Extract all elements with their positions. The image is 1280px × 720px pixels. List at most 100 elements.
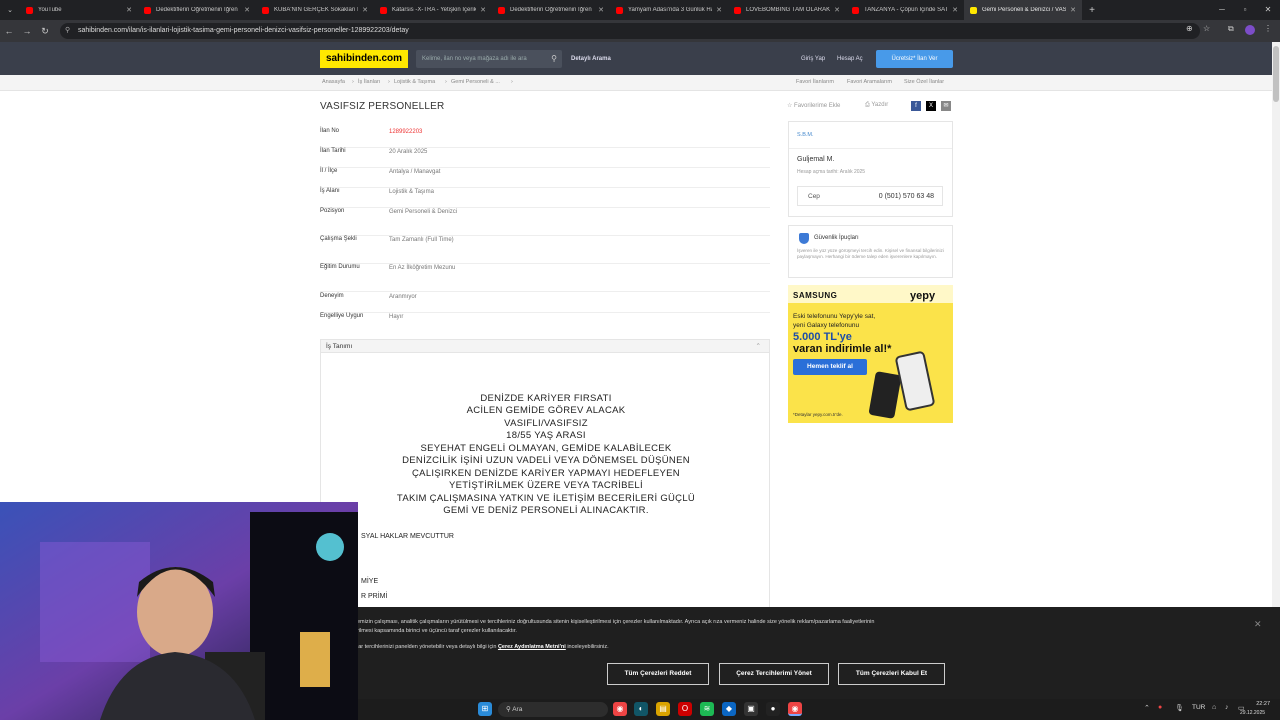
close-tab-icon[interactable]: ✕ [1070,6,1076,14]
print-link[interactable]: ⎙ Yazdır [865,102,888,109]
description-line: ACİLEN GEMİDE GÖREV ALACAK [466,405,626,416]
close-tab-icon[interactable]: ✕ [834,6,840,14]
manage-cookies-button[interactable]: Çerez Tercihlerimi Yönet [719,663,829,685]
close-tab-icon[interactable]: ✕ [716,6,722,14]
seller-phone[interactable]: 0 (501) 570 63 48 [879,193,934,200]
opera-icon[interactable]: O [678,702,692,716]
youtube-icon [26,6,33,14]
seller-name[interactable]: Guljemal M. [797,156,834,163]
tray-app-icon[interactable]: ● [1158,704,1162,711]
shield-icon [799,233,809,244]
youtube-icon [262,6,269,14]
page-scrollbar[interactable] [1272,42,1280,607]
tab-8-active[interactable]: Gemi Personeli & Denizci / VAS ✕ [964,0,1082,20]
tab-4[interactable]: Dedektiflerin Öğretmenin İğren ✕ [492,0,610,20]
microphone-icon[interactable]: 🎙 [1175,704,1184,712]
tab-5[interactable]: Yamyam Adası'nda 3 Günlük Ha ✕ [610,0,728,20]
webcam-overlay [0,502,358,720]
profile-avatar[interactable] [1245,25,1255,35]
collapse-icon[interactable]: ⌃ [756,342,761,350]
file-explorer-icon[interactable]: ▤ [656,702,670,716]
tab-0[interactable]: YouTube ✕ [20,0,138,20]
clock-time[interactable]: 22:27 [1246,701,1270,707]
youtube-icon [498,6,505,14]
windows-start-icon[interactable]: ⊞ [478,702,492,716]
facebook-share-icon[interactable]: f [911,101,921,111]
github-icon[interactable]: ● [766,702,780,716]
ad-cta-button[interactable]: Hemen teklif al [793,359,867,375]
bookmark-star-icon[interactable]: ☆ [1203,24,1210,33]
register-link[interactable]: Hesap Aç [837,50,863,68]
chrome-active-icon[interactable]: ◉ [788,702,802,716]
close-tab-icon[interactable]: ✕ [244,6,250,14]
extensions-icon[interactable]: ⧉ [1228,24,1234,34]
search-icon[interactable]: ⚲ [551,50,557,68]
close-tab-icon[interactable]: ✕ [952,6,958,14]
store-icon[interactable]: ◆ [722,702,736,716]
email-share-icon[interactable]: ✉ [941,101,951,111]
back-icon[interactable]: ← [0,26,18,36]
forward-icon[interactable]: → [18,26,36,36]
field-row: Çalışma Şekli Tam Zamanlı (Full Time) [320,236,770,264]
phone-image [868,371,902,419]
site-search-input[interactable]: Kelime, ilan no veya mağaza adı ile ara ⚲ [416,50,562,68]
close-window-icon[interactable]: ✕ [1256,0,1280,20]
spotify-icon[interactable]: ≋ [700,702,714,716]
tab-1[interactable]: Dedektiflerin Öğretmenin İğren ✕ [138,0,256,20]
tab-3[interactable]: Katarsis -X-TRA - Yetişkin İçerik ✕ [374,0,492,20]
volume-icon[interactable]: ♪ [1225,704,1229,711]
login-link[interactable]: Giriş Yap [801,50,825,68]
minimize-icon[interactable]: ─ [1210,0,1234,20]
youtube-icon [144,6,151,14]
network-icon[interactable]: ⌂ [1212,704,1216,711]
steam-icon[interactable]: ◐ [634,702,648,716]
tab-2[interactable]: KÜBA'NIN GERÇEK Sokakları B ✕ [256,0,374,20]
maximize-icon[interactable]: ▫ [1233,0,1257,20]
reject-cookies-button[interactable]: Tüm Çerezleri Reddet [607,663,709,685]
language-indicator[interactable]: TUR [1192,704,1205,711]
post-ad-button[interactable]: Ücretsiz* İlan Ver [876,50,953,68]
description-header[interactable]: İş Tanımı ⌃ [320,339,770,353]
scrollbar-thumb[interactable] [1273,46,1279,102]
favorite-searches-link[interactable]: Favori Aramalarım [847,79,892,85]
app-icon[interactable]: ▣ [744,702,758,716]
close-icon[interactable]: ✕ [1254,619,1262,630]
chrome-icon[interactable]: ◉ [613,702,627,716]
breadcrumb-item[interactable]: Anasayfa [322,79,345,85]
accept-cookies-button[interactable]: Tüm Çerezleri Kabul Et [838,663,945,685]
description-line: DENİZDE KARİYER FIRSATI [480,393,612,404]
add-favorite-link[interactable]: ☆ Favorilerime Ekle [787,102,840,109]
clock-date[interactable]: 29.12.2025 [1240,710,1265,716]
breadcrumb-item[interactable]: Lojistik & Taşıma [394,79,435,85]
samsung-yepy-ad[interactable]: SAMSUNG yepy Eski telefonunu Yepy'yle sa… [788,285,953,423]
breadcrumb-item[interactable]: İş İlanları [358,79,380,85]
tray-arrow-icon[interactable]: ⌃ [1144,704,1150,712]
description-body: DENİZDE KARİYER FIRSATI ACİLEN GEMİDE GÖ… [320,353,770,607]
breadcrumb-item[interactable]: Gemi Personeli & ... [451,79,500,85]
taskbar-search[interactable]: ⚲ Ara [498,702,608,717]
new-tab-icon[interactable]: + [1082,5,1102,16]
reload-icon[interactable]: ↻ [36,26,54,37]
close-tab-icon[interactable]: ✕ [126,6,132,14]
site-logo[interactable]: sahibinden.com [320,50,408,68]
favorite-listings-link[interactable]: Favori İlanlarım [796,79,834,85]
x-share-icon[interactable]: X [926,101,936,111]
site-info-icon[interactable]: ⚲ [65,23,70,39]
address-bar[interactable]: ⚲ sahibinden.com/ilan/is-ilanlari-lojist… [60,23,1200,39]
browser-menu-icon[interactable]: ⋮ [1264,24,1272,33]
sahibinden-icon [970,6,977,14]
close-tab-icon[interactable]: ✕ [362,6,368,14]
close-tab-icon[interactable]: ✕ [598,6,604,14]
tab-search-icon[interactable]: ⌄ [0,6,20,14]
zoom-icon[interactable]: ⊕ [1186,24,1193,33]
description-line: GEMİ VE DENİZ PERSONELİ ALINACAKTIR. [443,505,649,516]
close-tab-icon[interactable]: ✕ [480,6,486,14]
tab-7[interactable]: TANZANYA - Çöpün İçinde SAT ✕ [846,0,964,20]
special-listings-link[interactable]: Size Özel İlanlar [904,79,944,85]
site-header: sahibinden.com Kelime, ilan no veya mağa… [0,42,1272,75]
seller-type: S.B.M. [797,132,814,138]
advanced-search-link[interactable]: Detaylı Arama [571,50,611,68]
cookie-policy-link[interactable]: Çerez Aydınlatma Metni'ni [498,644,566,650]
tab-6[interactable]: LOVEBOMBING TAM OLARAK ✕ [728,0,846,20]
youtube-icon [380,6,387,14]
